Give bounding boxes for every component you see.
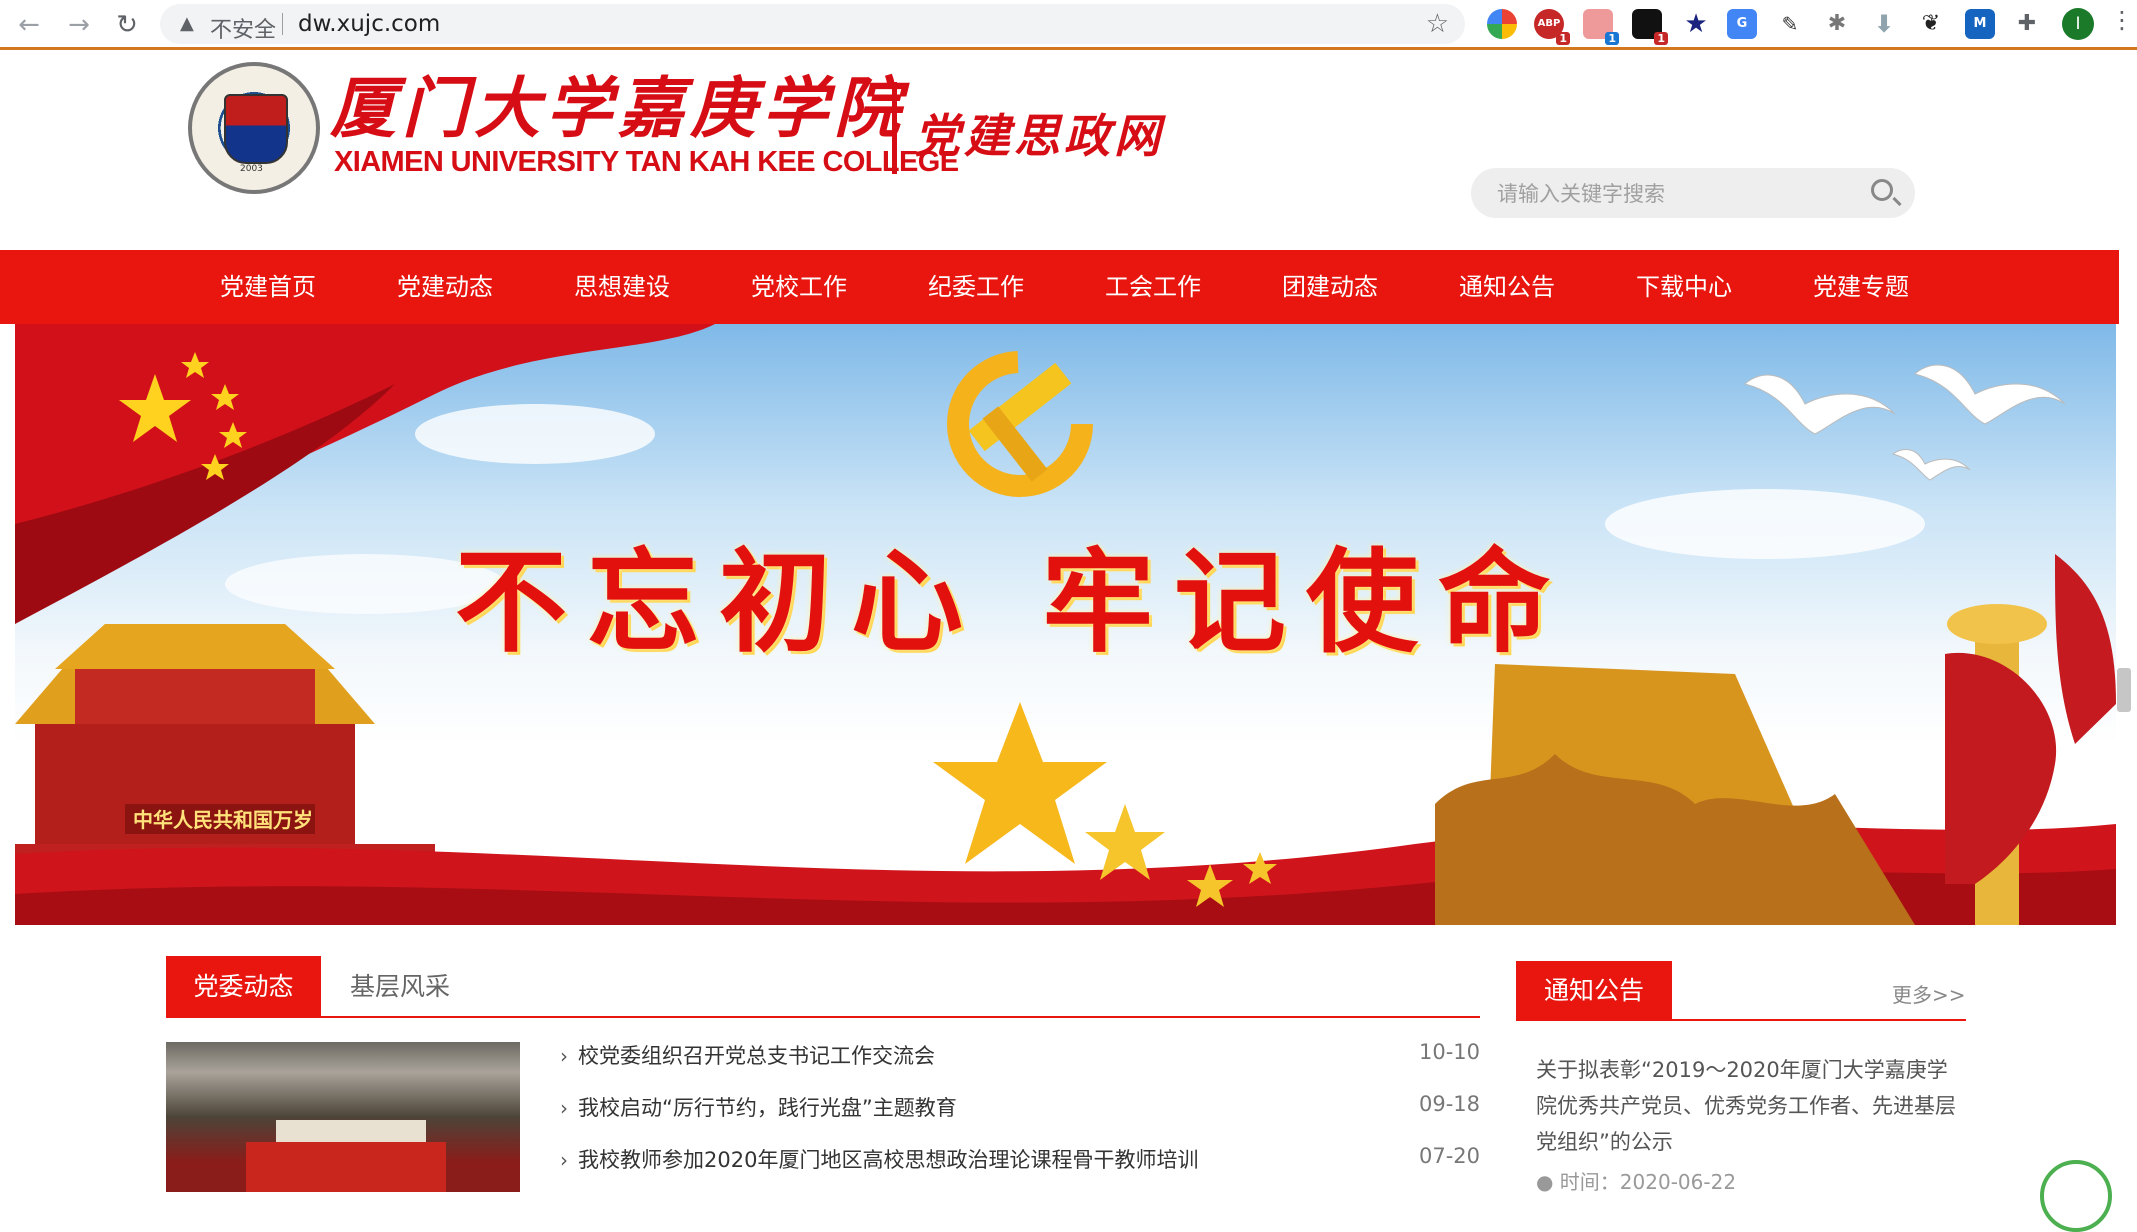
logo-chinese-name: 厦门大学嘉庚学院 [330,69,906,147]
thumbnail-stage [246,1142,446,1192]
chevron-right-icon: › [560,1044,568,1068]
bug-icon[interactable]: ✱ [1822,9,1852,39]
share-extension-icon[interactable]: 1 [1583,9,1619,45]
news-date: 09-18 [1418,1092,1480,1116]
dictionary-icon[interactable]: ✎ [1775,9,1805,39]
chevron-right-icon: › [560,1096,568,1120]
download-icon[interactable]: ⬇ [1869,9,1899,39]
news-title[interactable]: 我校教师参加2020年厦门地区高校思想政治理论课程骨干教师培训 [578,1144,1198,1174]
menu-dots-icon[interactable]: ⋮ [2110,6,2134,34]
reload-icon[interactable]: ↻ [110,8,144,42]
seal-year: 2003 [240,164,263,174]
nav-item-downloads[interactable]: 下载中心 [1609,250,1759,324]
nav-item-ideology[interactable]: 思想建设 [547,250,697,324]
news-list-item[interactable]: › 我校启动“厉行节约，践行光盘”主题教育 09-18 [560,1092,1480,1132]
separator [282,13,283,35]
nav-item-discipline[interactable]: 纪委工作 [901,250,1051,324]
tab-grassroots[interactable]: 基层风采 [350,956,450,1017]
forward-arrow-icon[interactable]: → [62,8,96,42]
news-date: 07-20 [1418,1144,1480,1168]
search-input[interactable] [1495,178,1839,210]
page-scrollbar[interactable] [2117,668,2131,712]
bookmark-star-icon[interactable]: ☆ [1426,9,1449,39]
warning-icon: ▲ [180,13,194,34]
back-arrow-icon[interactable]: ← [12,8,46,42]
notice-more-link[interactable]: 更多>> [1892,979,1966,1008]
news-title[interactable]: 校党委组织召开党总支书记工作交流会 [578,1040,935,1070]
gate-sign: 中华人民共和国万岁 [133,808,313,832]
floating-widget[interactable] [2040,1160,2112,1232]
nav-item-home[interactable]: 党建首页 [193,250,343,324]
logo-divider [892,82,897,174]
notice-underline [1516,1019,1966,1021]
chevron-right-icon: › [560,1148,568,1172]
banner-slogan: 不忘初心 牢记使命 [455,537,1570,668]
evernote-icon[interactable]: ❦ [1916,9,1946,39]
profile-avatar[interactable]: I [2062,8,2094,40]
college-seal-logo: 2003 [188,62,320,194]
chrome-extension-icon[interactable] [1487,9,1517,39]
extension-badge: 1 [1556,32,1570,45]
main-navigation: 党建首页 党建动态 思想建设 党校工作 纪委工作 工会工作 团建动态 通知公告 … [0,250,2119,324]
site-name: 党建思政网 [914,109,1164,163]
news-list-item[interactable]: › 我校教师参加2020年厦门地区高校思想政治理论课程骨干教师培训 07-20 [560,1144,1480,1184]
url-text[interactable]: dw.xujc.com [298,11,440,37]
tab-underline [166,1016,1480,1018]
nav-item-party-school[interactable]: 党校工作 [724,250,874,324]
nav-item-notices[interactable]: 通知公告 [1432,250,1582,324]
seal-shield [224,94,288,164]
search-box [1471,168,1915,218]
tab-party-committee-news[interactable]: 党委动态 [166,956,321,1017]
nav-item-topics[interactable]: 党建专题 [1786,250,1936,324]
notice-section-title: 通知公告 [1516,961,1672,1020]
news-title[interactable]: 我校启动“厉行节约，践行光盘”主题教育 [578,1092,957,1122]
address-bar[interactable]: ▲ 不安全 dw.xujc.com ☆ [160,4,1465,44]
extension-badge: 1 [1654,32,1668,45]
news-list-item[interactable]: › 校党委组织召开党总支书记工作交流会 10-10 [560,1040,1480,1080]
hero-banner[interactable]: 中华人民共和国万岁 不忘初心 牢记使命 [15,324,2116,925]
logo-english-name: XIAMEN UNIVERSITY TAN KAH KEE COLLEGE [334,146,959,178]
dove-icon [1744,374,1896,435]
gold-star-icon [933,702,1107,864]
nav-item-news[interactable]: 党建动态 [370,250,520,324]
notice-item-title[interactable]: 关于拟表彰“2019～2020年厦门大学嘉庚学院优秀共产党员、优秀党务工作者、先… [1536,1052,1966,1160]
star-extension-icon[interactable]: ★ [1681,9,1711,39]
adblock-icon[interactable]: ABP 1 [1534,9,1570,45]
nav-item-league[interactable]: 团建动态 [1255,250,1405,324]
puzzle-icon[interactable]: ✚ [2012,9,2042,39]
news-date: 10-10 [1418,1040,1480,1064]
chat-extension-icon[interactable]: 1 [1632,9,1668,45]
translate-icon[interactable]: G [1727,9,1757,39]
mendeley-icon[interactable]: M [1965,9,1995,39]
news-thumbnail[interactable] [166,1042,520,1192]
browser-toolbar: ← → ↻ ▲ 不安全 dw.xujc.com ☆ ABP 1 1 1 ★ G ✎… [0,0,2137,50]
search-icon[interactable] [1871,179,1893,201]
insecure-label: 不安全 [210,18,277,43]
extension-badge: 1 [1605,32,1619,45]
adblock-label: ABP [1537,18,1561,29]
nav-item-union[interactable]: 工会工作 [1078,250,1228,324]
mendeley-label: M [1973,16,1987,31]
